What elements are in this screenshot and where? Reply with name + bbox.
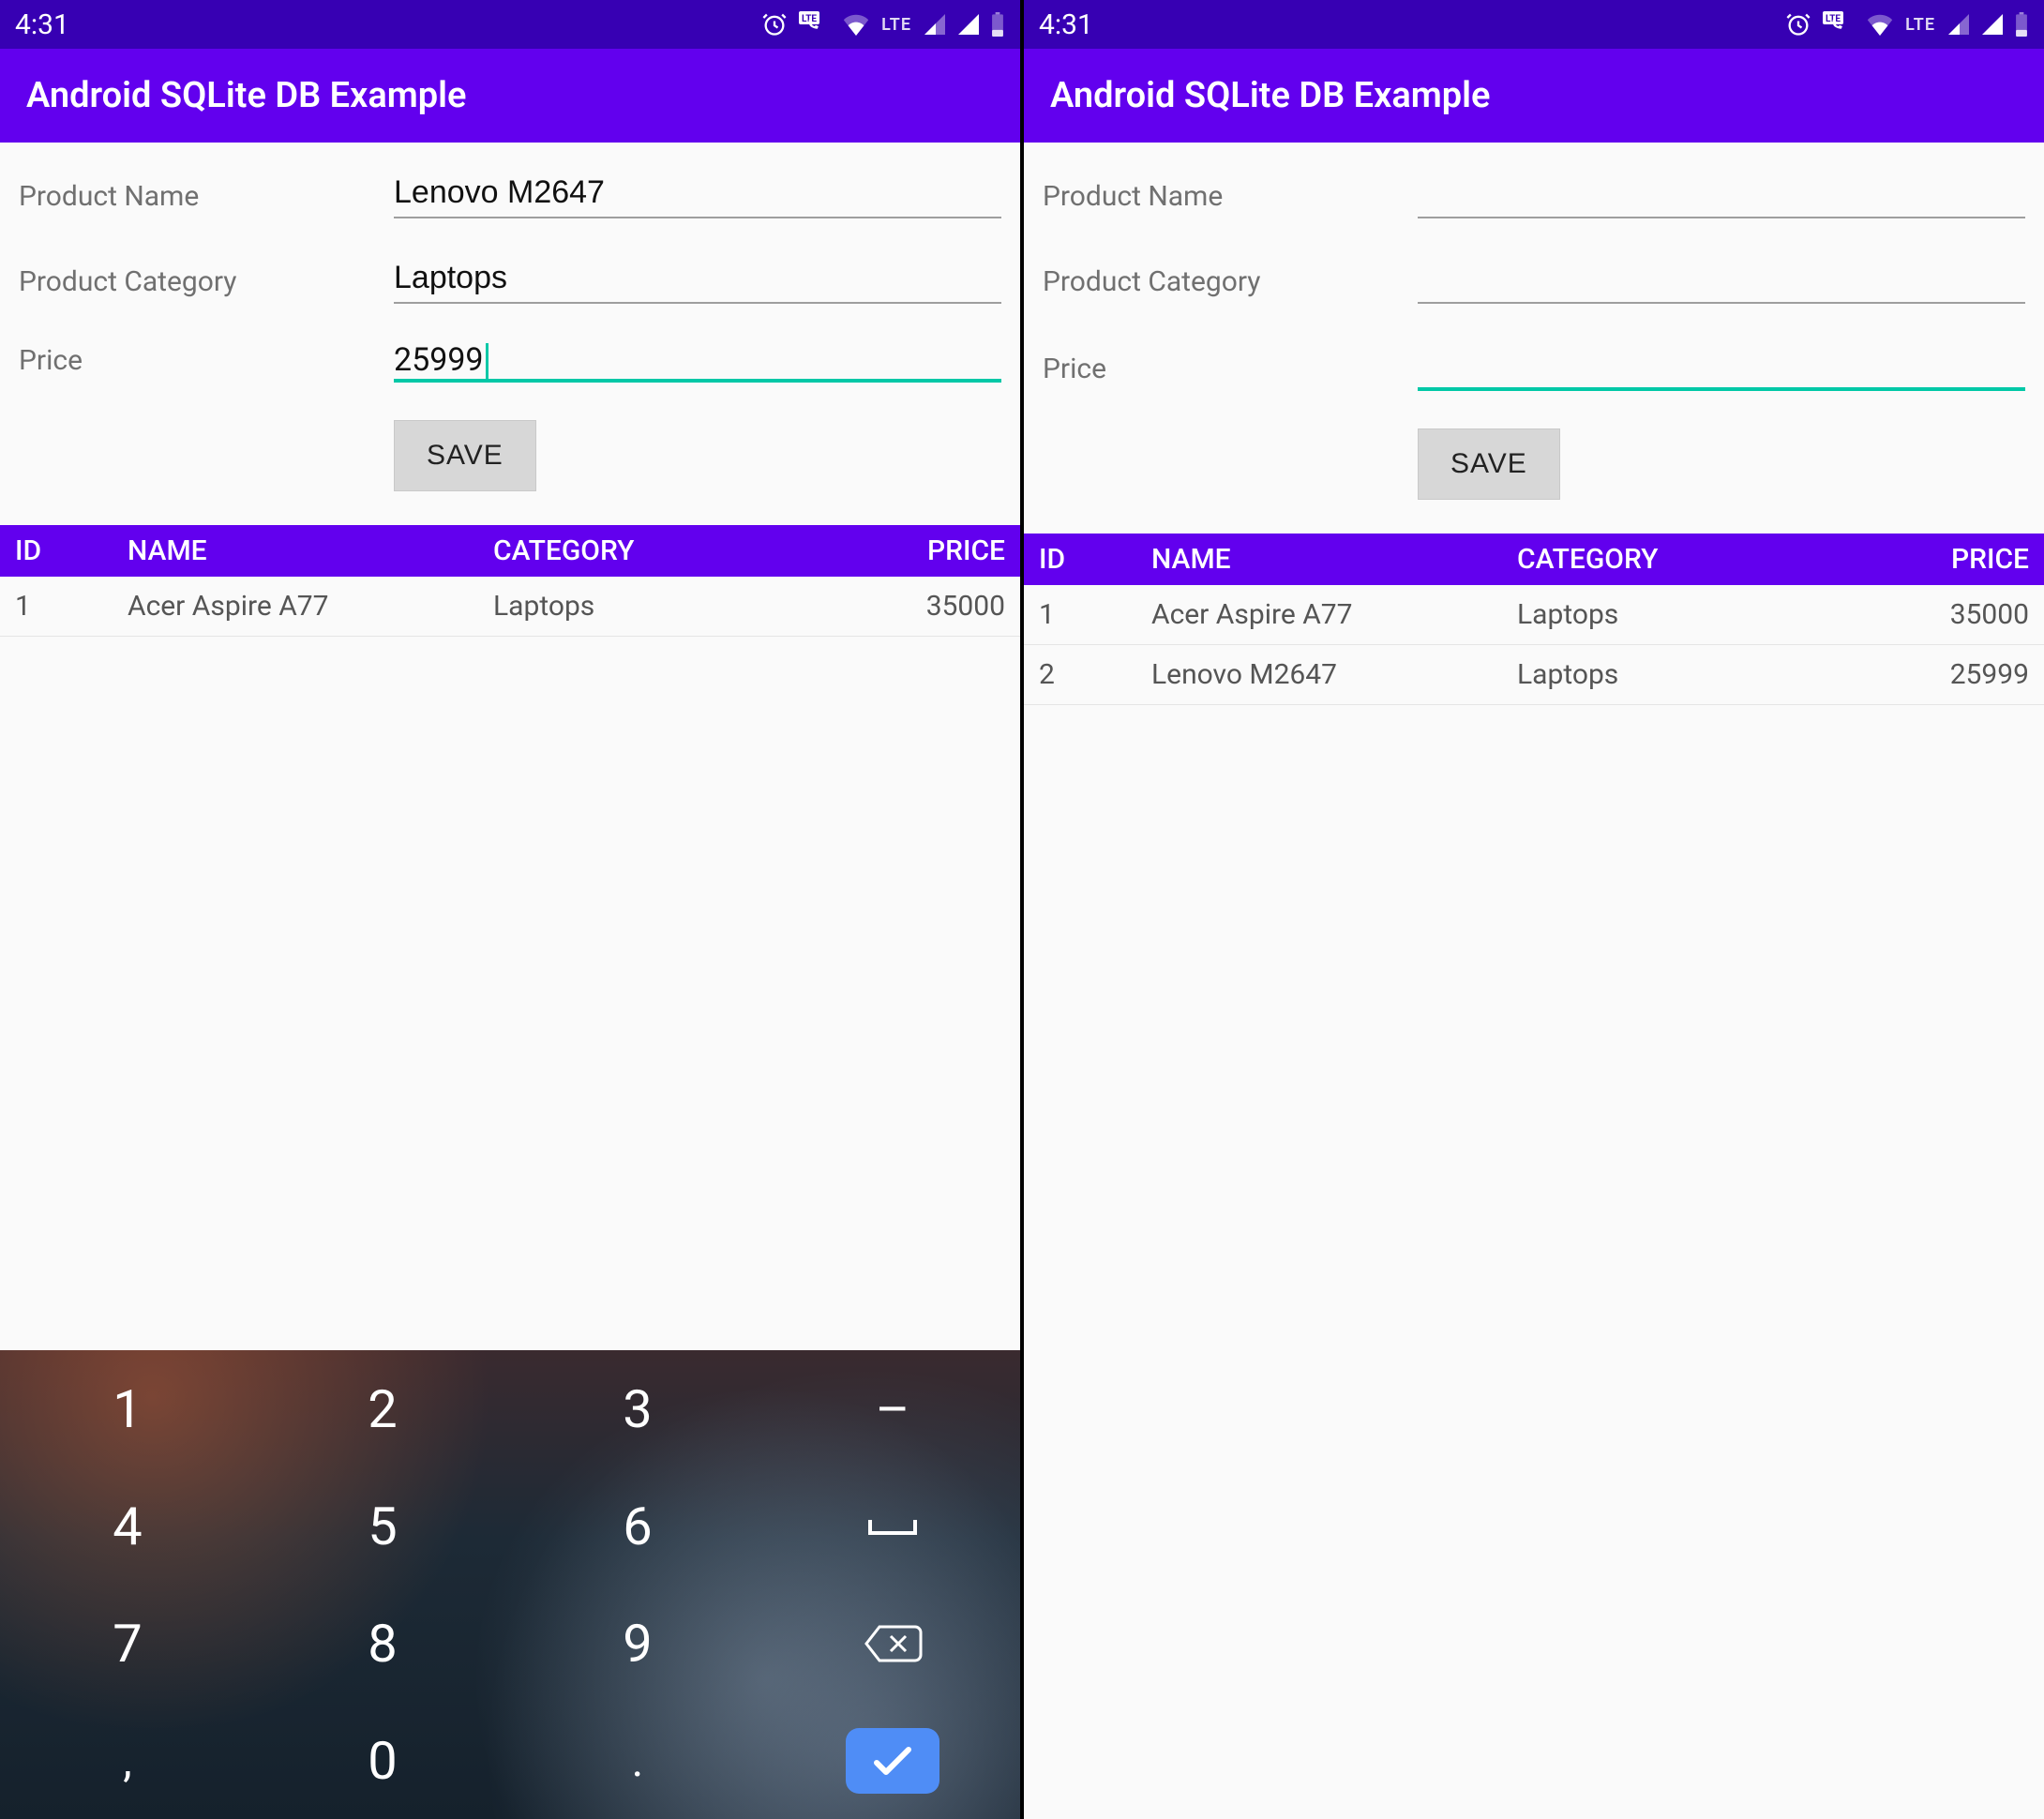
signal-1-icon [923,14,945,35]
key-3[interactable]: 3 [510,1350,765,1467]
key-2[interactable]: 2 [255,1350,510,1467]
app-bar: Android SQLite DB Example [0,49,1020,143]
wifi-icon [842,13,870,36]
th-id: ID [15,534,128,567]
table-header: ID NAME CATEGORY PRICE [0,525,1020,577]
cell-category: Laptops [1517,598,1870,631]
table-body-right: 1Acer Aspire A77Laptops350002Lenovo M264… [1024,585,2044,705]
status-icons: LTE LTE [1785,11,2029,38]
key-backspace[interactable] [765,1585,1020,1702]
th-id: ID [1039,543,1151,576]
alarm-icon [761,11,788,38]
phone-left: 4:31 LTE LTE Android SQLite DB Example P… [0,0,1020,1819]
th-price: PRICE [1870,543,2029,576]
label-price: Price [1043,353,1418,391]
save-button[interactable]: SAVE [1418,428,1560,500]
input-product-name[interactable] [1418,171,2025,218]
label-product-name: Product Name [1043,180,1418,218]
label-product-category: Product Category [19,265,394,304]
volte-icon: LTE [1823,11,1855,38]
battery-icon [990,12,1005,37]
cell-id: 2 [1039,658,1151,691]
form-area: Product Name Product Category Price 2599… [0,143,1020,525]
signal-2-icon [1980,14,2003,35]
backspace-icon [863,1623,923,1664]
table-row[interactable]: 1Acer Aspire A77Laptops35000 [1024,585,2044,645]
numeric-keypad: 1 2 3 – 4 5 6 7 8 9 , 0 . [0,1350,1020,1819]
key-space[interactable] [765,1467,1020,1585]
lte-text: LTE [1905,15,1935,35]
cell-id: 1 [1039,598,1151,631]
input-product-category[interactable] [1418,256,2025,304]
battery-icon [2014,12,2029,37]
clock: 4:31 [1039,8,1093,41]
text-caret [486,343,488,379]
label-price: Price [19,344,394,383]
key-4[interactable]: 4 [0,1467,255,1585]
app-bar: Android SQLite DB Example [1024,49,2044,143]
th-category: CATEGORY [1517,543,1870,576]
signal-1-icon [1946,14,1969,35]
cell-price: 25999 [1870,658,2029,691]
form-area: Product Name Product Category Price SAVE [1024,143,2044,534]
cell-name: Acer Aspire A77 [128,590,493,623]
app-title: Android SQLite DB Example [1050,75,1490,116]
table-row[interactable]: 2Lenovo M2647Laptops25999 [1024,645,2044,705]
label-product-category: Product Category [1043,265,1418,304]
key-6[interactable]: 6 [510,1467,765,1585]
input-price[interactable] [1418,341,2025,391]
cell-price: 35000 [846,590,1005,623]
key-8[interactable]: 8 [255,1585,510,1702]
status-bar: 4:31 LTE LTE [1024,0,2044,49]
app-title: Android SQLite DB Example [26,75,466,116]
key-0[interactable]: 0 [255,1702,510,1819]
key-7[interactable]: 7 [0,1585,255,1702]
table-header: ID NAME CATEGORY PRICE [1024,534,2044,585]
cell-price: 35000 [1870,598,2029,631]
lte-text: LTE [881,15,911,35]
table-row[interactable]: 1Acer Aspire A77Laptops35000 [0,577,1020,637]
status-bar: 4:31 LTE LTE [0,0,1020,49]
clock: 4:31 [15,8,69,41]
key-9[interactable]: 9 [510,1585,765,1702]
alarm-icon [1785,11,1811,38]
check-icon [869,1742,916,1780]
key-dash[interactable]: – [765,1350,1020,1467]
key-1[interactable]: 1 [0,1350,255,1467]
th-name: NAME [1151,543,1517,576]
input-price[interactable]: 25999 [394,341,484,379]
cell-name: Acer Aspire A77 [1151,598,1517,631]
th-price: PRICE [846,534,1005,567]
space-icon [864,1512,921,1541]
label-product-name: Product Name [19,180,394,218]
phone-right: 4:31 LTE LTE Android SQLite DB Example P… [1020,0,2044,1819]
th-name: NAME [128,534,493,567]
key-5[interactable]: 5 [255,1467,510,1585]
key-dot[interactable]: . [510,1702,765,1819]
input-product-name[interactable] [394,171,1001,218]
cell-id: 1 [15,590,128,623]
th-category: CATEGORY [493,534,846,567]
key-comma[interactable]: , [0,1702,255,1819]
table-body-left: 1Acer Aspire A77Laptops35000 [0,577,1020,637]
cell-name: Lenovo M2647 [1151,658,1517,691]
cell-category: Laptops [493,590,846,623]
cell-category: Laptops [1517,658,1870,691]
volte-icon: LTE [799,11,831,38]
input-product-category[interactable] [394,256,1001,304]
signal-2-icon [956,14,979,35]
save-button[interactable]: SAVE [394,420,536,491]
wifi-icon [1866,13,1894,36]
status-icons: LTE LTE [761,11,1005,38]
key-enter[interactable] [765,1702,1020,1819]
